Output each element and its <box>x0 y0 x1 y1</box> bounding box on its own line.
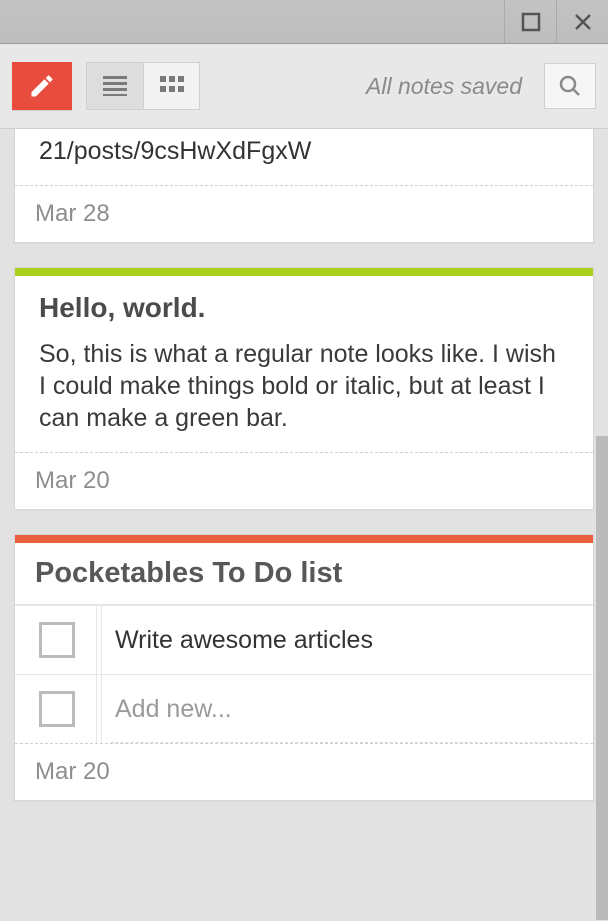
note-card[interactable]: Hello, world. So, this is what a regular… <box>14 267 594 510</box>
scrollbar-thumb[interactable] <box>596 436 608 920</box>
todo-list: Write awesome articles Add new... <box>15 605 593 743</box>
note-card-todo[interactable]: Pocketables To Do list Write awesome art… <box>14 534 594 801</box>
compose-button[interactable] <box>12 62 72 110</box>
note-body: 21/posts/9csHwXdFgxW <box>39 135 569 167</box>
search-icon <box>558 74 582 98</box>
window-titlebar <box>0 0 608 44</box>
note-date: Mar 28 <box>15 185 593 242</box>
notes-scroll-area[interactable]: 21/posts/9csHwXdFgxW Mar 28 Hello, world… <box>0 129 608 921</box>
todo-add-input[interactable]: Add new... <box>97 679 593 740</box>
todo-checkbox[interactable] <box>39 622 75 658</box>
view-toggle <box>86 62 200 110</box>
grid-icon <box>160 76 184 96</box>
pencil-icon <box>28 72 56 100</box>
list-icon <box>103 76 127 96</box>
note-card[interactable]: 21/posts/9csHwXdFgxW Mar 28 <box>14 129 594 243</box>
todo-checkbox[interactable] <box>39 691 75 727</box>
note-date: Mar 20 <box>15 452 593 509</box>
todo-add-row[interactable]: Add new... <box>15 674 593 743</box>
note-color-bar <box>15 268 593 276</box>
todo-item[interactable]: Write awesome articles <box>15 605 593 674</box>
note-title: Hello, world. <box>39 292 569 324</box>
list-view-button[interactable] <box>87 63 143 109</box>
grid-view-button[interactable] <box>143 63 199 109</box>
note-date: Mar 20 <box>15 743 593 800</box>
note-color-bar <box>15 535 593 543</box>
note-body: So, this is what a regular note looks li… <box>39 338 569 434</box>
todo-item-text: Write awesome articles <box>97 610 593 671</box>
search-button[interactable] <box>544 63 596 109</box>
window-maximize-button[interactable] <box>504 0 556 43</box>
app-toolbar: All notes saved <box>0 44 608 129</box>
save-status: All notes saved <box>366 73 522 100</box>
window-close-button[interactable] <box>556 0 608 43</box>
note-title: Pocketables To Do list <box>35 557 573 590</box>
